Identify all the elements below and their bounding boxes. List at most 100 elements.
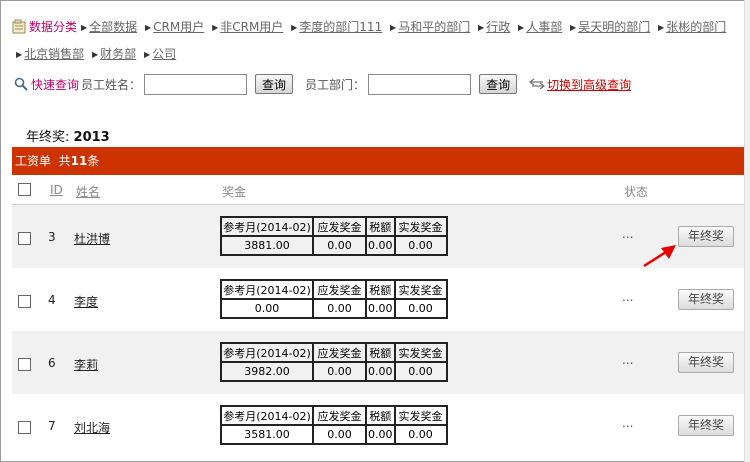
department-query-button[interactable]: 查询 [479, 74, 518, 94]
year-end-bonus-button[interactable]: 年终奖 [678, 226, 734, 247]
category-link[interactable]: 全部数据 [89, 20, 137, 34]
quick-search-label: 快速查询 [31, 77, 80, 92]
bonus-detail-table: 参考月(2014-02) 应发奖金 税额 实发奖金 3581.00 0.00 0.00 0.0… [220, 405, 448, 445]
category-item[interactable]: ▶ 行政 [474, 20, 510, 34]
category-item[interactable]: ▶ 吴天明的部门 [566, 20, 650, 34]
category-arrow-icon: ▶ [145, 23, 152, 32]
category-item[interactable]: ▶ 北京销售部 [12, 47, 84, 61]
category-item[interactable]: ▶ CRM用户 [141, 20, 204, 34]
column-header-status: 状态 [624, 185, 649, 199]
employee-name-link[interactable]: 李莉 [74, 356, 98, 373]
bonus-due-value: 0.00 [312, 235, 367, 256]
category-item[interactable]: ▶ 张彬的部门 [654, 20, 726, 34]
row-checkbox[interactable] [18, 232, 31, 245]
employee-name-link[interactable]: 李度 [74, 293, 98, 310]
bonus-header-due: 应发奖金 [312, 216, 367, 237]
category-item[interactable]: ▶ 非CRM用户 [208, 20, 283, 34]
year-end-bonus-button[interactable]: 年终奖 [678, 289, 734, 310]
employee-name-link[interactable]: 刘北海 [74, 419, 110, 436]
row-status: ... [622, 416, 634, 430]
row-status: ... [622, 353, 634, 367]
row-checkbox[interactable] [18, 358, 31, 371]
category-link[interactable]: 马和平的部门 [398, 20, 470, 34]
category-link[interactable]: 李度的部门111 [299, 20, 382, 34]
category-link[interactable]: CRM用户 [153, 20, 204, 34]
category-title: 数据分类 [29, 20, 78, 34]
bonus-paid-value: 0.00 [393, 298, 448, 319]
bonus-header-tax: 税额 [365, 279, 396, 300]
category-item[interactable]: ▶ 人事部 [514, 20, 562, 34]
employee-name-input[interactable] [144, 73, 248, 95]
row-checkbox[interactable] [18, 295, 31, 308]
bonus-ref-value: 3881.00 [220, 235, 314, 256]
bonus-due-value: 0.00 [312, 361, 367, 382]
category-item[interactable]: ▶ 李度的部门111 [287, 20, 382, 34]
bonus-paid-value: 0.00 [393, 361, 448, 382]
employee-department-label: 员工部门： [305, 77, 366, 92]
row-checkbox[interactable] [18, 421, 31, 434]
category-arrow-icon: ▶ [212, 23, 219, 32]
bonus-header-due: 应发奖金 [312, 405, 367, 426]
category-arrow-icon: ▶ [570, 23, 577, 32]
category-item[interactable]: ▶ 财务部 [88, 47, 136, 61]
column-header-id[interactable]: ID [50, 183, 63, 197]
bonus-header-due: 应发奖金 [312, 342, 367, 363]
bonus-header-paid: 实发奖金 [393, 342, 448, 363]
category-arrow-icon: ▶ [92, 50, 99, 59]
row-id: 4 [48, 293, 56, 307]
category-arrow-icon: ▶ [518, 23, 525, 32]
year-end-bonus-button[interactable]: 年终奖 [678, 352, 734, 373]
page-title-year: 2013 [73, 130, 110, 145]
bonus-header-paid: 实发奖金 [393, 216, 448, 237]
bonus-ref-value: 0.00 [220, 298, 314, 319]
row-status: ... [622, 290, 634, 304]
category-link[interactable]: 吴天明的部门 [578, 20, 650, 34]
bonus-tax-value: 0.00 [365, 298, 396, 319]
page-title-label: 年终奖: [26, 130, 70, 145]
vertical-scrollbar[interactable] [744, 0, 750, 462]
list-header-bar: 工资单 共11条 [12, 147, 744, 175]
bonus-header-ref: 参考月(2014-02) [220, 342, 314, 363]
bonus-tax-value: 0.00 [365, 424, 396, 445]
column-header-bonus: 奖金 [222, 185, 247, 199]
category-arrow-icon: ▶ [16, 50, 23, 59]
table-row: 6 李莉 参考月(2014-02) 应发奖金 税额 实发奖金 3982.00 0.00 0.00… [12, 331, 744, 394]
category-link[interactable]: 财务部 [100, 47, 136, 61]
year-end-bonus-button[interactable]: 年终奖 [678, 415, 734, 436]
name-query-button[interactable]: 查询 [255, 74, 294, 94]
category-link[interactable]: 北京销售部 [24, 47, 84, 61]
table-header: ID 姓名 奖金 状态 [12, 175, 744, 205]
bonus-header-ref: 参考月(2014-02) [220, 216, 314, 237]
search-icon [14, 77, 28, 91]
page-title: 年终奖: 2013 [26, 126, 110, 145]
switch-arrows-icon [529, 78, 546, 90]
category-arrow-icon: ▶ [81, 23, 88, 32]
bonus-paid-value: 0.00 [393, 235, 448, 256]
category-link[interactable]: 张彬的部门 [666, 20, 726, 34]
category-item[interactable]: ▶ 马和平的部门 [386, 20, 470, 34]
column-header-name[interactable]: 姓名 [76, 183, 100, 200]
salary-table: ID 姓名 奖金 状态 3 杜洪博 参考月(2014-02) 应发奖金 税额 实发奖金 38… [12, 175, 744, 457]
employee-department-input[interactable] [368, 73, 472, 95]
row-id: 3 [48, 230, 56, 244]
category-link[interactable]: 行政 [486, 20, 510, 34]
annotation-arrow-icon [643, 245, 676, 268]
category-link[interactable]: 人事部 [526, 20, 562, 34]
table-row: 3 杜洪博 参考月(2014-02) 应发奖金 税额 实发奖金 3881.00 0.00 0.0… [12, 205, 744, 268]
category-item[interactable]: ▶ 全部数据 [77, 20, 137, 34]
category-link[interactable]: 公司 [152, 47, 176, 61]
select-all-checkbox[interactable] [18, 183, 31, 196]
bonus-detail-table: 参考月(2014-02) 应发奖金 税额 实发奖金 3881.00 0.00 0.00 0.0… [220, 216, 448, 256]
category-item[interactable]: ▶ 公司 [140, 47, 176, 61]
bonus-detail-table: 参考月(2014-02) 应发奖金 税额 实发奖金 0.00 0.00 0.00 0.00 [220, 279, 448, 319]
bonus-header-due: 应发奖金 [312, 279, 367, 300]
record-count: 11 [70, 154, 88, 168]
bonus-header-paid: 实发奖金 [393, 405, 448, 426]
category-filter: 数据分类 ▶ 全部数据 ▶ CRM用户 ▶ 非CRM用户 ▶ 李度的部门111 ▶ 马和平的… [12, 14, 744, 68]
employee-name-link[interactable]: 杜洪博 [74, 230, 110, 247]
bonus-tax-value: 0.00 [365, 235, 396, 256]
advanced-search-link[interactable]: 切换到高级查询 [547, 76, 631, 93]
category-link[interactable]: 非CRM用户 [220, 20, 283, 34]
bonus-ref-value: 3982.00 [220, 361, 314, 382]
bonus-paid-value: 0.00 [393, 424, 448, 445]
